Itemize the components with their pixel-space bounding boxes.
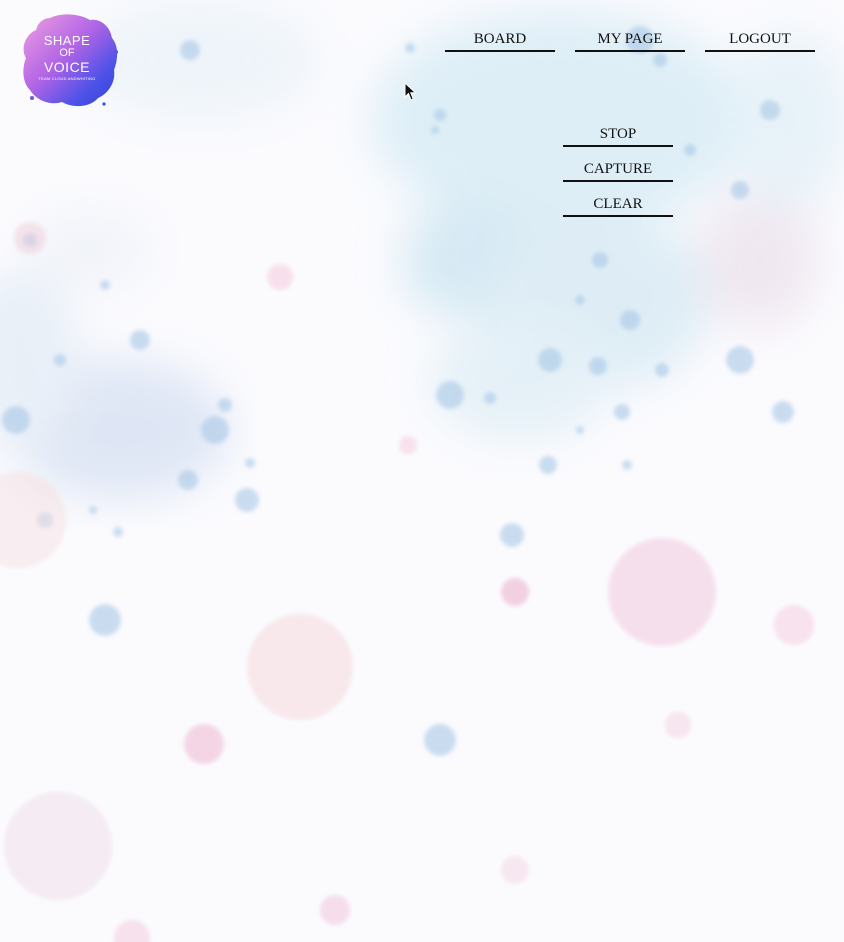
watercolor-background <box>0 0 844 942</box>
logo-wordmark: SHAPE OF VOICE TEAM CLOUD ANDWHITING <box>20 34 114 81</box>
logo[interactable]: SHAPE OF VOICE TEAM CLOUD ANDWHITING <box>20 12 120 110</box>
page: SHAPE OF VOICE TEAM CLOUD ANDWHITING BOA… <box>0 0 844 942</box>
logout-button[interactable]: LOGOUT <box>705 28 815 52</box>
mouse-cursor-icon <box>404 82 417 101</box>
stop-button[interactable]: STOP <box>563 123 673 147</box>
board-button[interactable]: BOARD <box>445 28 555 52</box>
clear-button[interactable]: CLEAR <box>563 193 673 217</box>
logo-line-voice: VOICE <box>43 59 91 75</box>
my-page-button[interactable]: MY PAGE <box>575 28 685 52</box>
capture-button[interactable]: CAPTURE <box>563 158 673 182</box>
logo-line-of: OF <box>59 47 75 59</box>
logo-line-shape: SHAPE <box>43 33 91 48</box>
logo-tagline: TEAM CLOUD ANDWHITING <box>38 76 96 81</box>
